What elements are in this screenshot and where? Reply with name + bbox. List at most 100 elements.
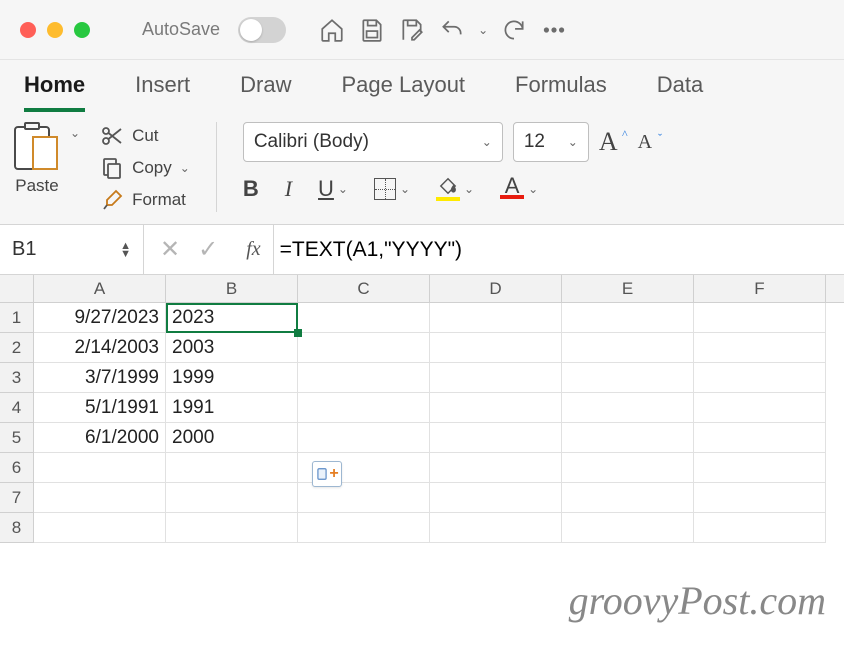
- row-header[interactable]: 3: [0, 363, 34, 393]
- undo-caret-icon[interactable]: ⌄: [478, 23, 488, 37]
- home-icon[interactable]: [318, 16, 346, 44]
- cell[interactable]: [430, 423, 562, 453]
- font-size-select[interactable]: 12 ⌄: [513, 122, 589, 162]
- confirm-formula-button[interactable]: ✓: [198, 235, 218, 264]
- cell[interactable]: 1999: [166, 363, 298, 393]
- col-header-c[interactable]: C: [298, 275, 430, 302]
- tab-data[interactable]: Data: [657, 72, 703, 112]
- cell[interactable]: 1991: [166, 393, 298, 423]
- cell[interactable]: [562, 513, 694, 543]
- copy-caret-icon[interactable]: ⌄: [180, 161, 190, 175]
- paste-options-button[interactable]: +: [312, 461, 342, 487]
- col-header-f[interactable]: F: [694, 275, 826, 302]
- more-icon[interactable]: [540, 16, 568, 44]
- cell[interactable]: [430, 453, 562, 483]
- row-header[interactable]: 8: [0, 513, 34, 543]
- maximize-icon[interactable]: [74, 22, 90, 38]
- tab-page-layout[interactable]: Page Layout: [342, 72, 466, 112]
- spinner-icon[interactable]: ▲▼: [120, 242, 131, 258]
- cell[interactable]: [694, 513, 826, 543]
- row-header[interactable]: 1: [0, 303, 34, 333]
- undo-icon[interactable]: [438, 16, 466, 44]
- col-header-a[interactable]: A: [34, 275, 166, 302]
- col-header-b[interactable]: B: [166, 275, 298, 302]
- save-edit-icon[interactable]: [398, 16, 426, 44]
- cell[interactable]: [694, 453, 826, 483]
- cell[interactable]: 6/1/2000: [34, 423, 166, 453]
- save-icon[interactable]: [358, 16, 386, 44]
- font-name-select[interactable]: Calibri (Body) ⌄: [243, 122, 503, 162]
- underline-button[interactable]: U⌄: [318, 176, 348, 202]
- row-header[interactable]: 4: [0, 393, 34, 423]
- cell[interactable]: 9/27/2023: [34, 303, 166, 333]
- cell[interactable]: [694, 363, 826, 393]
- format-painter-button[interactable]: Format: [100, 188, 190, 212]
- cell[interactable]: [34, 453, 166, 483]
- tab-insert[interactable]: Insert: [135, 72, 190, 112]
- cell[interactable]: [430, 483, 562, 513]
- cell[interactable]: [298, 513, 430, 543]
- redo-icon[interactable]: [500, 16, 528, 44]
- select-all-corner[interactable]: [0, 275, 34, 302]
- grow-font-button[interactable]: A^: [599, 127, 628, 157]
- minimize-icon[interactable]: [47, 22, 63, 38]
- cell[interactable]: [562, 393, 694, 423]
- font-color-button[interactable]: A ⌄: [500, 179, 538, 198]
- col-header-e[interactable]: E: [562, 275, 694, 302]
- cell[interactable]: [34, 483, 166, 513]
- shrink-font-button[interactable]: Aˇ: [638, 131, 662, 154]
- formula-input[interactable]: [273, 225, 844, 274]
- cell[interactable]: [562, 363, 694, 393]
- cancel-formula-button[interactable]: ✕: [160, 235, 180, 264]
- cell[interactable]: [430, 363, 562, 393]
- cell[interactable]: [562, 453, 694, 483]
- name-box[interactable]: B1 ▲▼: [0, 225, 144, 274]
- cell[interactable]: [562, 423, 694, 453]
- cell[interactable]: 3/7/1999: [34, 363, 166, 393]
- cell[interactable]: [166, 513, 298, 543]
- cell[interactable]: [166, 483, 298, 513]
- cell[interactable]: [562, 483, 694, 513]
- cell[interactable]: [298, 333, 430, 363]
- cell[interactable]: [298, 303, 430, 333]
- tab-home[interactable]: Home: [24, 72, 85, 112]
- row-header[interactable]: 6: [0, 453, 34, 483]
- cell[interactable]: [694, 333, 826, 363]
- cell[interactable]: 2000: [166, 423, 298, 453]
- worksheet-grid[interactable]: A B C D E F 19/27/20232023 22/14/20032003…: [0, 275, 844, 543]
- cell[interactable]: [298, 393, 430, 423]
- cell[interactable]: [694, 303, 826, 333]
- cell[interactable]: 2003: [166, 333, 298, 363]
- col-header-d[interactable]: D: [430, 275, 562, 302]
- cell[interactable]: [694, 423, 826, 453]
- cell[interactable]: 2023: [166, 303, 298, 333]
- cell[interactable]: [430, 333, 562, 363]
- cell[interactable]: [694, 393, 826, 423]
- tab-draw[interactable]: Draw: [240, 72, 291, 112]
- cell[interactable]: [430, 303, 562, 333]
- copy-button[interactable]: Copy ⌄: [100, 156, 190, 180]
- cell[interactable]: [430, 513, 562, 543]
- autosave-toggle[interactable]: [238, 17, 286, 43]
- fill-color-button[interactable]: ⌄: [436, 177, 474, 201]
- fx-icon[interactable]: fx: [234, 238, 272, 261]
- cell[interactable]: [562, 333, 694, 363]
- paste-button[interactable]: Paste: [14, 122, 60, 212]
- cell[interactable]: 5/1/1991: [34, 393, 166, 423]
- cut-button[interactable]: Cut: [100, 124, 190, 148]
- cell[interactable]: [166, 453, 298, 483]
- close-icon[interactable]: [20, 22, 36, 38]
- cell[interactable]: [298, 423, 430, 453]
- cell[interactable]: 2/14/2003: [34, 333, 166, 363]
- cell[interactable]: [562, 303, 694, 333]
- paste-caret-icon[interactable]: ⌄: [70, 126, 80, 140]
- bold-button[interactable]: B: [243, 176, 259, 202]
- cell[interactable]: [430, 393, 562, 423]
- cell[interactable]: [298, 363, 430, 393]
- borders-button[interactable]: ⌄: [374, 178, 410, 200]
- cell[interactable]: [694, 483, 826, 513]
- row-header[interactable]: 7: [0, 483, 34, 513]
- tab-formulas[interactable]: Formulas: [515, 72, 607, 112]
- italic-button[interactable]: I: [285, 176, 292, 202]
- row-header[interactable]: 2: [0, 333, 34, 363]
